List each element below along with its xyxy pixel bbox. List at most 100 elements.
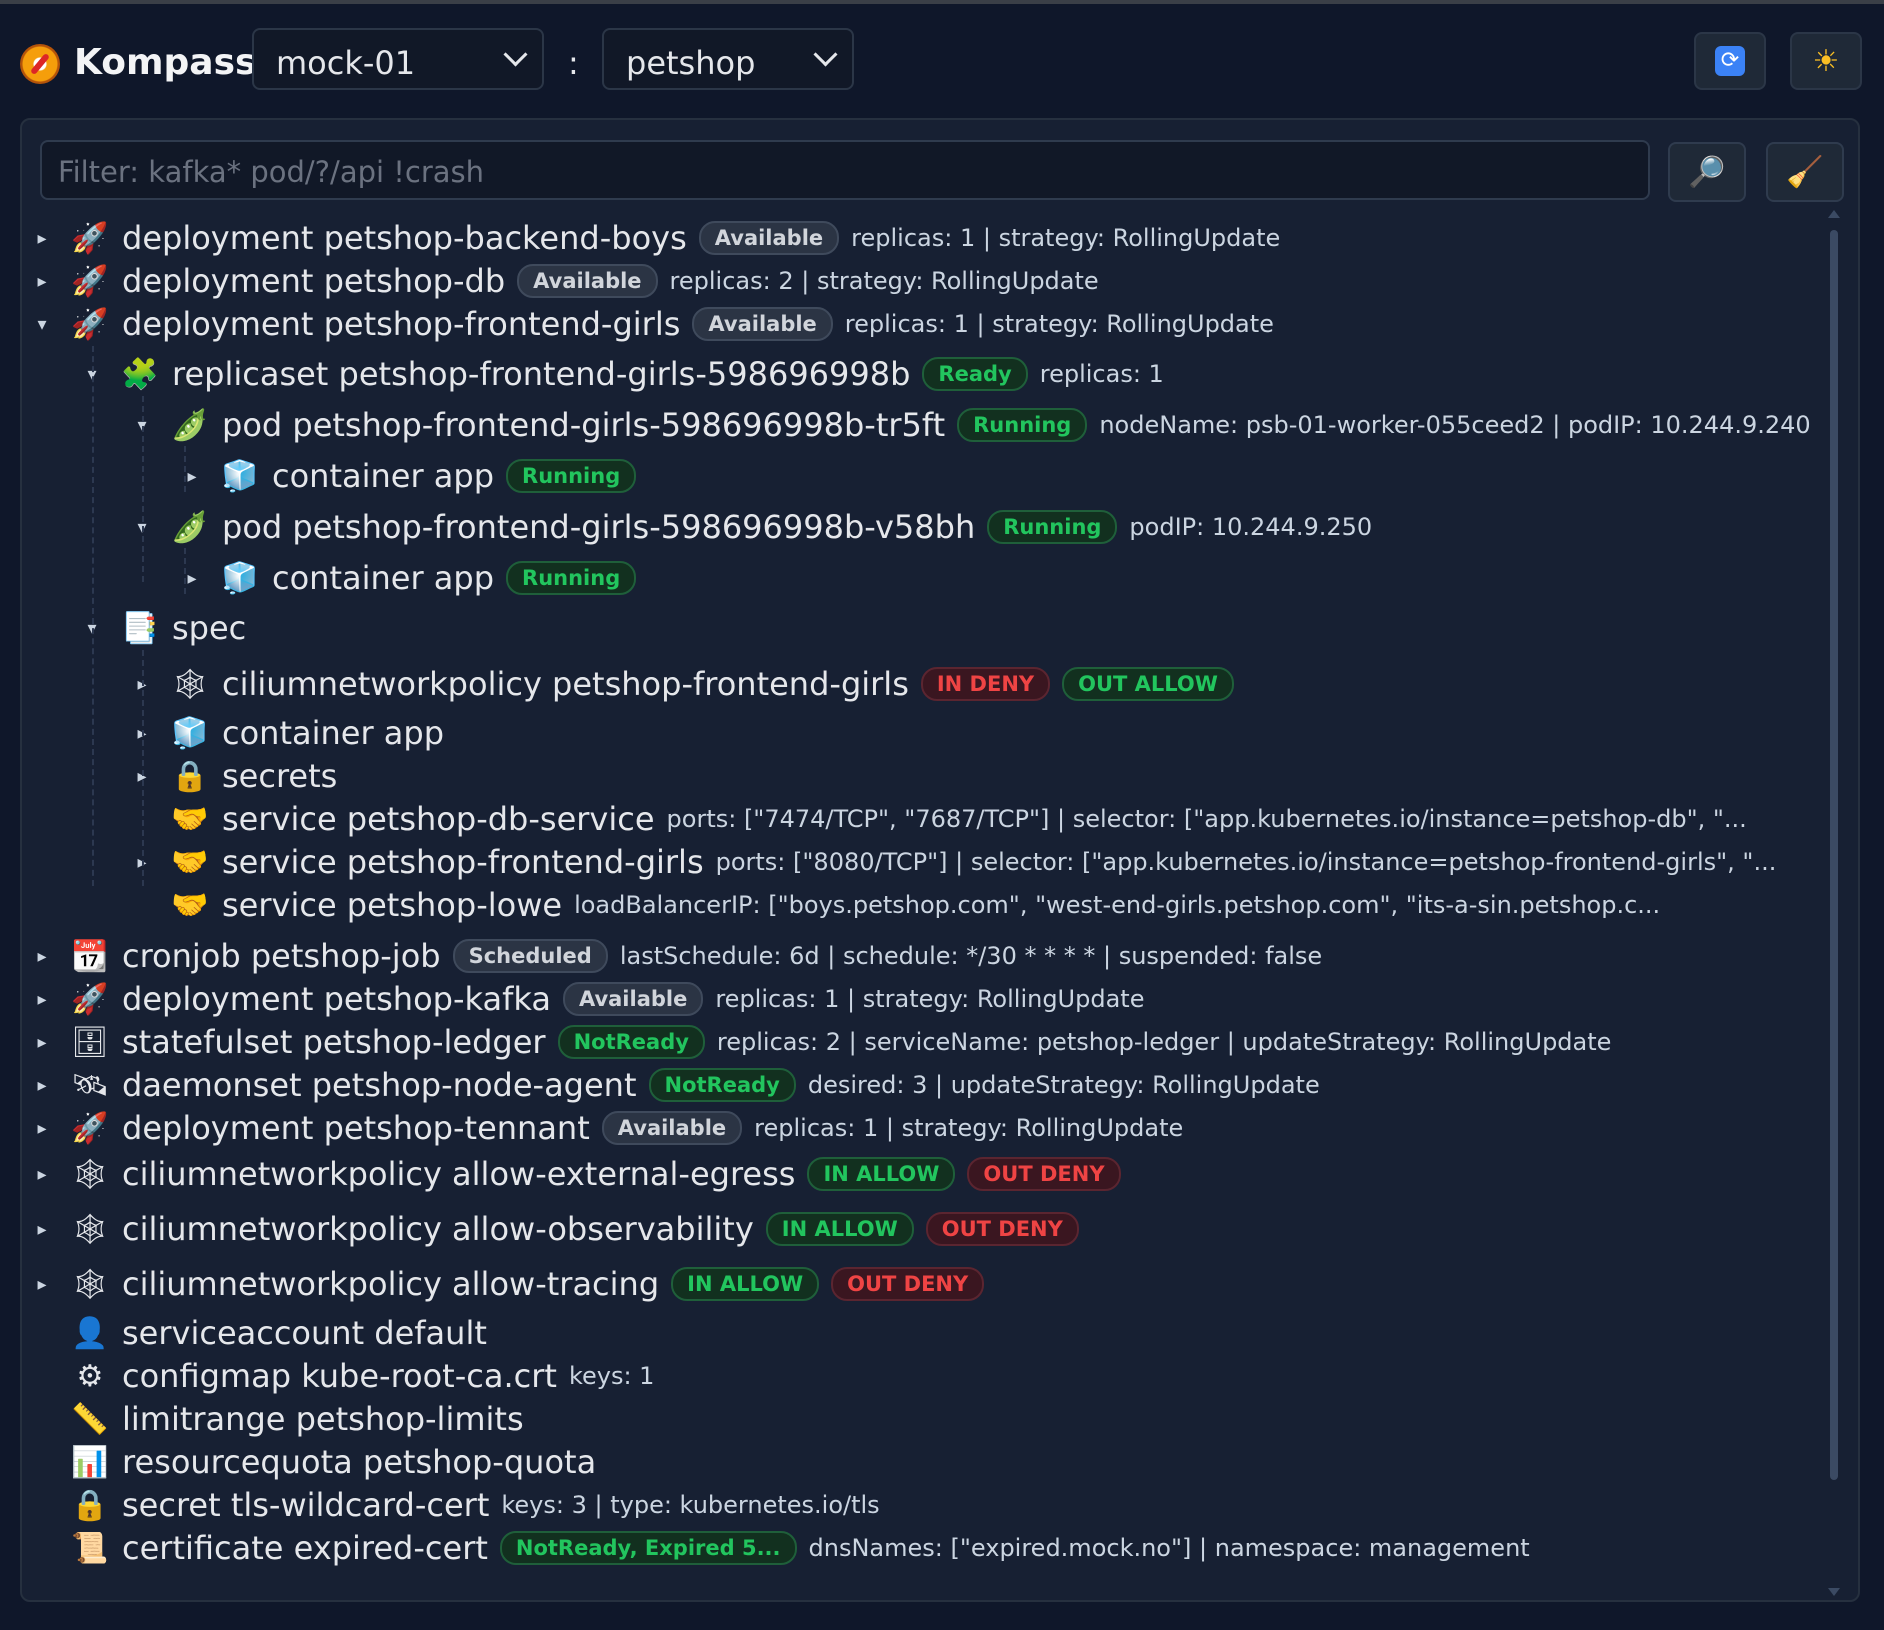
tree-row[interactable]: 📜 certificate expired-cert NotReady, Expir…: [70, 1526, 1530, 1570]
resource-name: replicaset petshop-frontend-girls-598696…: [172, 355, 911, 393]
resource-meta: replicas: 1 | strategy: RollingUpdate: [754, 1114, 1184, 1142]
tree-row[interactable]: 👤 serviceaccount default: [70, 1311, 487, 1355]
cabinet-icon: 🗄: [70, 1024, 110, 1060]
collapsed-arrow-icon[interactable]: ▸: [32, 1164, 52, 1185]
cube-icon: 🧊: [221, 560, 259, 596]
tree-row[interactable]: 🔒 secret tls-wildcard-cert keys: 3 | type:…: [70, 1483, 879, 1527]
filter-placeholder: Filter: kafka* pod/?/api !crash: [58, 155, 485, 189]
status-badge: Available: [517, 264, 658, 298]
resource-meta: replicas: 1 | strategy: RollingUpdate: [851, 224, 1281, 252]
tree-row[interactable]: ▸ 🤝 service petshop-frontend-girls ports: […: [137, 840, 1776, 884]
handshake-icon: 🤝: [171, 887, 209, 923]
scroll-thumb[interactable]: [1830, 230, 1838, 1480]
collapsed-arrow-icon[interactable]: ▸: [32, 1274, 52, 1295]
tree-row[interactable]: ▸ 🚀 deployment petshop-db Available replicas…: [37, 259, 1099, 303]
tree-row[interactable]: ▾ 🚀 deployment petshop-frontend-girls Avail…: [37, 302, 1273, 346]
collapsed-arrow-icon[interactable]: ▸: [32, 271, 52, 292]
tree-row[interactable]: ▸ 🕸 ciliumnetworkpolicy allow-observabilit…: [37, 1207, 1079, 1251]
expanded-arrow-icon[interactable]: ▾: [32, 314, 52, 335]
resource-name: secret tls-wildcard-cert: [122, 1486, 490, 1524]
status-badge: Scheduled: [452, 939, 608, 973]
tree-row[interactable]: ▾ 📑 spec: [87, 606, 246, 650]
search-button[interactable]: 🔎: [1668, 142, 1746, 202]
collapsed-arrow-icon[interactable]: ▸: [32, 1219, 52, 1240]
resource-name: container app: [222, 714, 445, 752]
resource-meta: podIP: 10.244.9.250: [1129, 513, 1373, 541]
filter-input[interactable]: Filter: kafka* pod/?/api !crash: [40, 140, 1650, 200]
gear-icon: ⚙: [76, 1358, 104, 1394]
tree-row[interactable]: ▸ 🚀 deployment petshop-kafka Available repli…: [37, 977, 1145, 1021]
scroll-up-arrow[interactable]: [1828, 210, 1840, 218]
resource-meta: lastSchedule: 6d | schedule: */30 * * * …: [619, 942, 1323, 970]
resource-name: daemonset petshop-node-agent: [122, 1066, 637, 1104]
barchart-icon: 📊: [71, 1444, 109, 1480]
resource-name: configmap kube-root-ca.crt: [122, 1357, 557, 1395]
tree-scrollbar[interactable]: [1828, 208, 1840, 1598]
web-icon: 🕸: [70, 1211, 110, 1247]
tree-row[interactable]: ▸ 🕸 ciliumnetworkpolicy allow-external-egr…: [37, 1152, 1121, 1196]
tree-row[interactable]: 📏 limitrange petshop-limits: [70, 1397, 524, 1441]
resource-meta: desired: 3 | updateStrategy: RollingUpda…: [807, 1071, 1320, 1099]
tree-row[interactable]: ▾ 🫛 pod petshop-frontend-girls-598696998b-…: [137, 505, 1373, 549]
tree-row[interactable]: ▸ 🚀 deployment petshop-tennant Available rep…: [37, 1106, 1184, 1150]
resource-meta: nodeName: psb-01-worker-055ceed2 | podIP…: [1099, 411, 1811, 439]
tree-row[interactable]: ▸ 📆 cronjob petshop-job Scheduled lastSchedu…: [37, 934, 1323, 978]
resource-panel: Filter: kafka* pod/?/api !crash 🔎 🧹 ▸ 🚀 de…: [20, 118, 1860, 1602]
status-badge: Running: [987, 510, 1118, 544]
tree-row[interactable]: ▸ 🕸 ciliumnetworkpolicy allow-tracing IN AL…: [37, 1262, 985, 1306]
handshake-icon: 🤝: [171, 801, 209, 837]
collapsed-arrow-icon[interactable]: ▸: [32, 1075, 52, 1096]
cluster-select[interactable]: mock-01: [252, 28, 544, 90]
resource-meta: replicas: 2 | serviceName: petshop-ledge…: [716, 1028, 1612, 1056]
resource-name: ciliumnetworkpolicy allow-observability: [122, 1210, 754, 1248]
tree-row[interactable]: ▸ 🗄 statefulset petshop-ledger NotReady repl…: [37, 1020, 1612, 1064]
cluster-select-value: mock-01: [276, 44, 416, 82]
tree-row[interactable]: ▾ 🧩 replicaset petshop-frontend-girls-5986…: [87, 352, 1163, 396]
tree-row[interactable]: ▸ 🕸 ciliumnetworkpolicy petshop-frontend-g…: [137, 662, 1234, 706]
tree-row[interactable]: ⚙ configmap kube-root-ca.crt keys: 1: [70, 1354, 655, 1398]
collapsed-arrow-icon[interactable]: ▸: [32, 989, 52, 1010]
tree-row[interactable]: ▸ 🔒 secrets: [137, 754, 337, 798]
refresh-icon: ⟳: [1715, 46, 1745, 76]
tree-row[interactable]: 📊 resourcequota petshop-quota: [70, 1440, 596, 1484]
refresh-button[interactable]: ⟳: [1694, 32, 1766, 90]
resource-name: ciliumnetworkpolicy allow-external-egres…: [122, 1155, 796, 1193]
collapsed-arrow-icon[interactable]: ▸: [32, 228, 52, 249]
resource-name: statefulset petshop-ledger: [122, 1023, 546, 1061]
clear-filter-button[interactable]: 🧹: [1766, 142, 1844, 202]
tree-row[interactable]: 🤝 service petshop-db-service ports: ["7474…: [170, 797, 1747, 841]
status-badge: OUT DENY: [967, 1157, 1121, 1191]
rocket-icon: 🚀: [71, 220, 109, 256]
collapsed-arrow-icon[interactable]: ▸: [32, 1118, 52, 1139]
sun-icon: ☀: [1812, 43, 1840, 79]
rocket-icon: 🚀: [71, 306, 109, 342]
resource-name: deployment petshop-frontend-girls: [122, 305, 681, 343]
resource-meta: dnsNames: ["expired.mock.no"] | namespac…: [808, 1534, 1530, 1562]
collapsed-arrow-icon[interactable]: ▸: [32, 946, 52, 967]
tree-row[interactable]: ▾ 🫛 pod petshop-frontend-girls-598696998b-…: [137, 403, 1811, 447]
tree-row[interactable]: ▸ 🧊 container app Running: [187, 454, 637, 498]
cube-icon: 🧊: [221, 458, 259, 494]
resource-meta: replicas: 2 | strategy: RollingUpdate: [669, 267, 1099, 295]
theme-toggle-button[interactable]: ☀: [1790, 32, 1862, 90]
tree-row[interactable]: 🤝 service petshop-lowe loadBalancerIP: ["b…: [170, 883, 1660, 927]
resource-meta: replicas: 1 | strategy: RollingUpdate: [715, 985, 1145, 1013]
status-badge: NotReady: [648, 1068, 796, 1102]
collapsed-arrow-icon[interactable]: ▸: [32, 1032, 52, 1053]
compass-logo-icon: [20, 44, 60, 84]
scroll-down-arrow[interactable]: [1828, 1588, 1840, 1596]
resource-name: deployment petshop-tennant: [122, 1109, 590, 1147]
handshake-icon: 🤝: [171, 844, 209, 880]
namespace-select[interactable]: petshop: [602, 28, 854, 90]
status-badge: NotReady: [557, 1025, 705, 1059]
tree-row[interactable]: ▸ 🚀 deployment petshop-backend-boys Availab…: [37, 216, 1281, 260]
status-badge: NotReady, Expired 5...: [499, 1531, 797, 1565]
tree-row[interactable]: ▸ 🧊 container app: [137, 711, 445, 755]
tree-row[interactable]: ▸ 🛰 daemonset petshop-node-agent NotReady de…: [37, 1063, 1320, 1107]
tree-row[interactable]: ▸ 🧊 container app Running: [187, 556, 637, 600]
resource-name: pod petshop-frontend-girls-598696998b-tr…: [222, 406, 946, 444]
resource-name: ciliumnetworkpolicy allow-tracing: [122, 1265, 660, 1303]
resource-name: resourcequota petshop-quota: [122, 1443, 597, 1481]
resource-name: limitrange petshop-limits: [122, 1400, 524, 1438]
ruler-icon: 📏: [71, 1401, 109, 1437]
